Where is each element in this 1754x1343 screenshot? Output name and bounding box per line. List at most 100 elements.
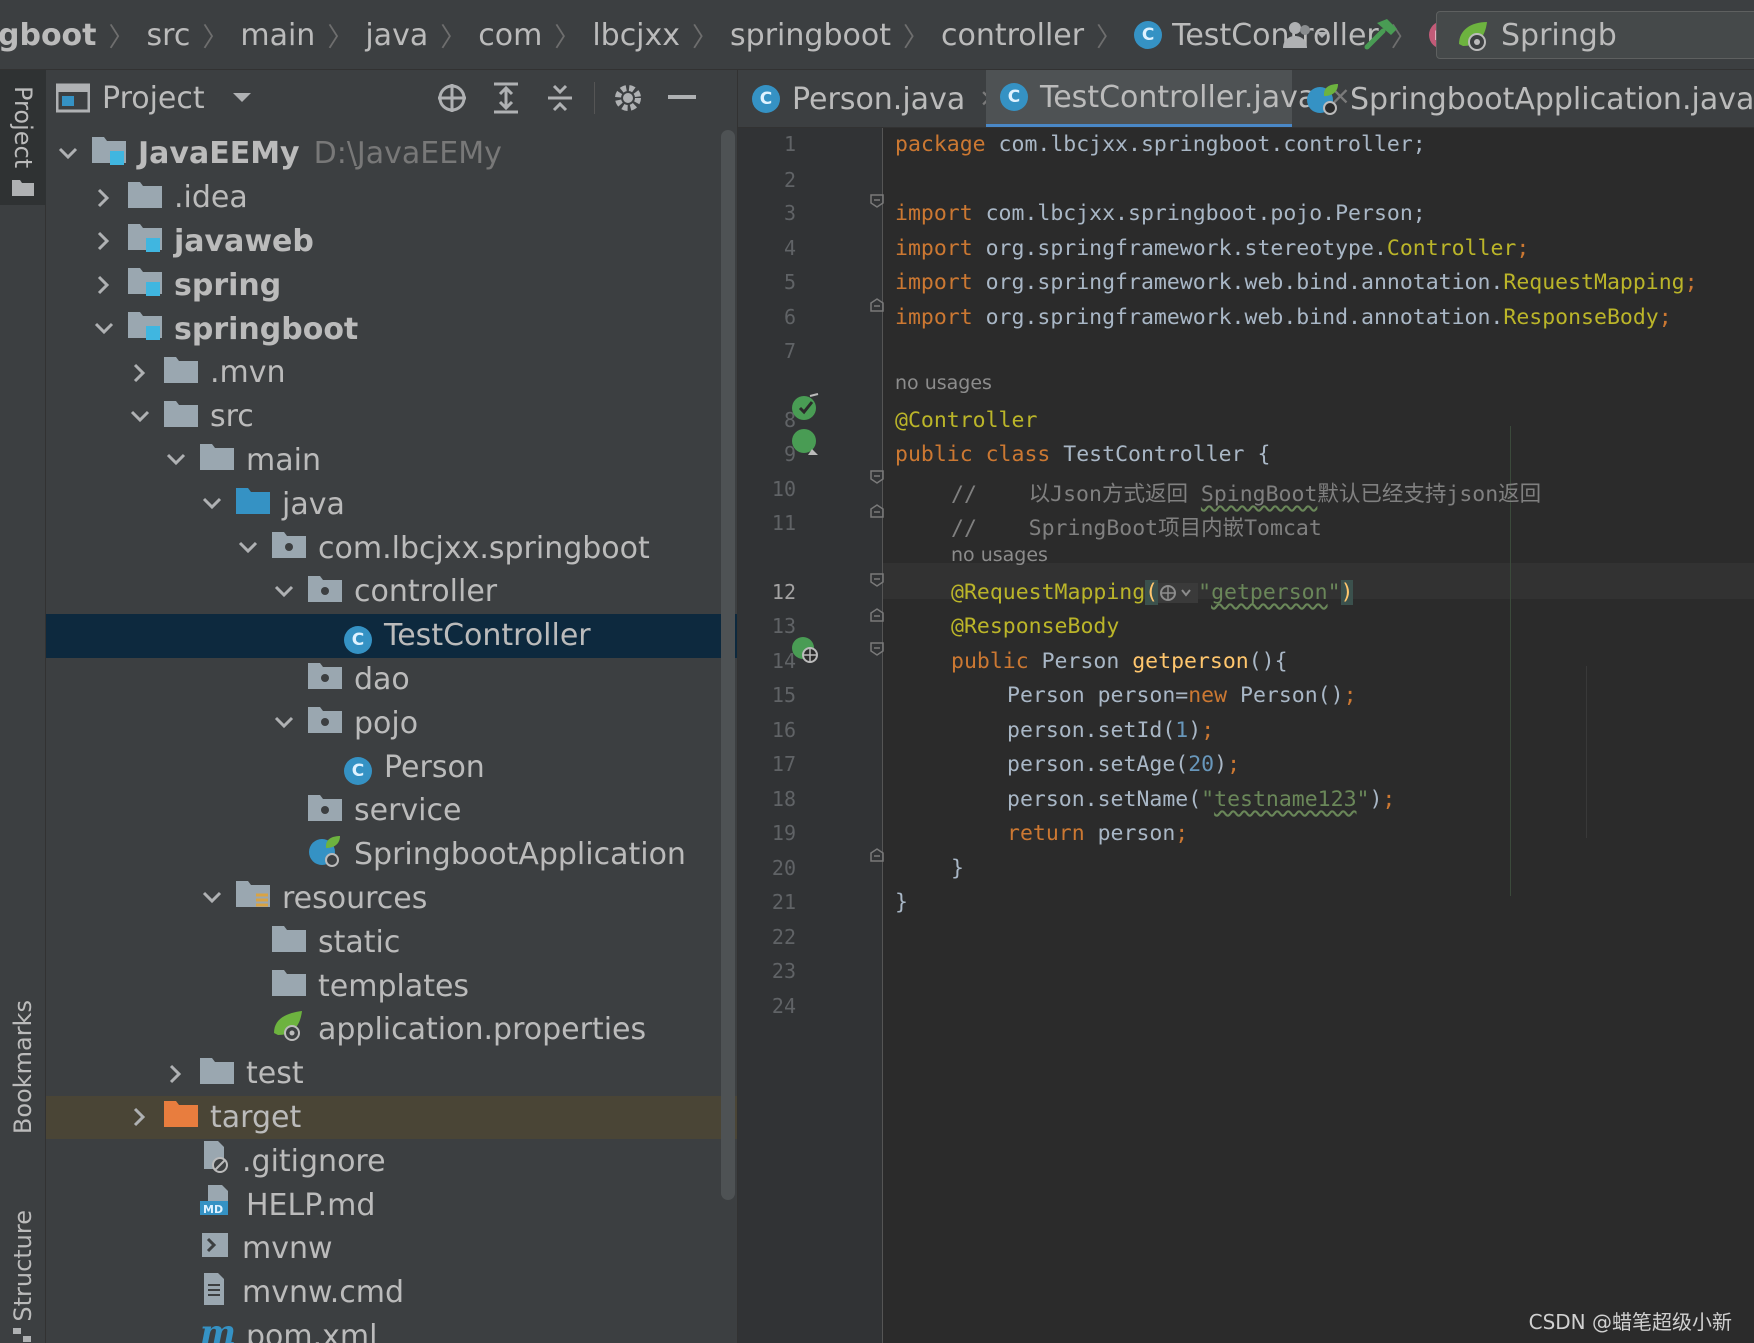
bookmarks-tool-window-button[interactable]: Bookmarks (0, 1000, 46, 1140)
run-configuration-selector[interactable]: Springb (1436, 11, 1754, 59)
structure-tool-window-button[interactable]: Structure (0, 1210, 46, 1343)
breadcrumb-item-module[interactable]: gboot (0, 18, 97, 53)
code-line: @RequestMapping("getperson") (951, 580, 1354, 605)
chevron-down-icon[interactable] (270, 709, 298, 737)
tree-item-resources[interactable]: resources (46, 877, 737, 921)
expand-all-button[interactable] (486, 78, 526, 118)
fold-marker-icon[interactable] (870, 504, 884, 518)
tree-item-javaeemy[interactable]: JavaEEMy D:\JavaEEMy (46, 132, 737, 176)
breadcrumb-item-com[interactable]: com (478, 18, 542, 53)
chevron-right-icon[interactable] (90, 227, 118, 255)
user-menu-button[interactable] (1274, 12, 1338, 58)
tree-item-controller[interactable]: controller (46, 570, 737, 614)
line-number: 8 (783, 408, 796, 432)
breadcrumb-item-springboot[interactable]: springboot (730, 18, 891, 53)
excluded-folder-icon (164, 1099, 198, 1135)
tree-item-help-md[interactable]: MD HELP.md (46, 1183, 737, 1227)
folder-icon (128, 180, 162, 216)
class-icon: C (344, 749, 372, 786)
tab-springbootapplication-java[interactable]: SpringbootApplication.java (1292, 70, 1754, 127)
build-button[interactable] (1358, 12, 1404, 58)
tree-item-javaweb[interactable]: javaweb (46, 220, 737, 264)
tree-item-springboot[interactable]: springboot (46, 307, 737, 351)
tree-item-static[interactable]: static (46, 920, 737, 964)
tree-item-com-lbcjxx-springboot[interactable]: com.lbcjxx.springboot (46, 526, 737, 570)
code-editor[interactable]: 1 2 3 4 5 6 7 8 9 10 11 12 13 14 15 16 17 18 19 20 21 22 23 24 … (738, 128, 1754, 1343)
tree-item-pom-xml[interactable]: m pom.xml (46, 1313, 737, 1343)
tree-item-testcontroller[interactable]: C TestController (46, 613, 737, 658)
tree-item-pojo[interactable]: pojo (46, 701, 737, 745)
usage-hint[interactable]: no usages (951, 544, 1048, 566)
usage-hint[interactable]: no usages (895, 372, 992, 394)
chevron-down-icon[interactable] (270, 578, 298, 606)
tree-item-label: controller (354, 574, 498, 610)
class-icon: C (752, 85, 780, 113)
breadcrumb-item-src[interactable]: src (147, 18, 191, 53)
line-number: 12 (771, 580, 796, 604)
text-file-icon (200, 1272, 230, 1313)
tree-item-java[interactable]: java (46, 482, 737, 526)
fold-marker-icon[interactable] (870, 194, 884, 208)
tree-item-mvnw-cmd[interactable]: mvnw.cmd (46, 1271, 737, 1315)
tree-item-dao[interactable]: dao (46, 658, 737, 702)
chevron-down-icon[interactable] (162, 446, 190, 474)
fold-marker-icon[interactable] (870, 573, 884, 587)
tree-item-mvnw[interactable]: mvnw (46, 1227, 737, 1271)
breadcrumb-separator: 〉 (108, 22, 135, 53)
settings-button[interactable] (608, 78, 648, 118)
tree-item-target[interactable]: target (46, 1095, 737, 1140)
chevron-right-icon[interactable] (126, 359, 154, 387)
breadcrumb-item-java[interactable]: java (365, 18, 428, 53)
breadcrumb-item-lbcjxx[interactable]: lbcjxx (592, 18, 680, 53)
spring-bean-icon[interactable] (790, 392, 820, 422)
project-scrollbar[interactable] (721, 130, 735, 1200)
tree-item-application-properties[interactable]: application.properties (46, 1008, 737, 1052)
fold-marker-icon[interactable] (870, 848, 884, 862)
chevron-down-icon[interactable] (234, 534, 262, 562)
breadcrumb-item-main[interactable]: main (240, 18, 315, 53)
spring-bean-icon[interactable] (790, 427, 820, 457)
globe-icon[interactable] (1158, 583, 1199, 603)
collapse-all-button[interactable] (540, 78, 580, 118)
tree-item-spring[interactable]: spring (46, 263, 737, 307)
web-endpoint-icon[interactable] (790, 634, 820, 664)
tree-item-idea[interactable]: .idea (46, 176, 737, 220)
tree-item-main[interactable]: main (46, 439, 737, 483)
fold-marker-icon[interactable] (870, 608, 884, 622)
tab-testcontroller-java[interactable]: C TestController.java ✕ (986, 70, 1350, 127)
hide-panel-button[interactable] (662, 78, 702, 118)
project-view-selector[interactable]: Project (56, 81, 253, 116)
chevron-down-icon[interactable] (198, 490, 226, 518)
project-tool-window-button[interactable]: Project (0, 70, 46, 205)
tree-item-person[interactable]: C Person (46, 745, 737, 789)
fold-marker-icon[interactable] (870, 642, 884, 656)
chevron-down-icon[interactable] (126, 403, 154, 431)
tree-item-label: src (210, 399, 254, 435)
tree-item-templates[interactable]: templates (46, 964, 737, 1008)
line-number: 22 (771, 925, 796, 949)
code-line: person.setId(1); (1007, 718, 1215, 743)
module-folder-icon (128, 310, 162, 348)
breadcrumb-item-controller[interactable]: controller (941, 18, 1084, 53)
chevron-right-icon[interactable] (162, 1060, 190, 1088)
select-opened-file-button[interactable] (432, 78, 472, 118)
spring-class-icon (1307, 84, 1338, 115)
code-line: person.setName("testname123"); (1007, 787, 1396, 812)
code-line: } (951, 856, 964, 881)
chevron-down-icon[interactable] (198, 884, 226, 912)
chevron-down-icon[interactable] (54, 140, 82, 168)
chevron-right-icon[interactable] (90, 184, 118, 212)
tree-item-mvn[interactable]: .mvn (46, 351, 737, 395)
tree-item-src[interactable]: src (46, 395, 737, 439)
fold-marker-icon[interactable] (870, 298, 884, 312)
chevron-right-icon[interactable] (90, 271, 118, 299)
chevron-down-icon[interactable] (90, 315, 118, 343)
fold-marker-icon[interactable] (870, 470, 884, 484)
tree-item-gitignore[interactable]: .gitignore (46, 1139, 737, 1183)
tree-item-test[interactable]: test (46, 1052, 737, 1096)
tree-item-service[interactable]: service (46, 789, 737, 833)
tree-item-springbootapplication[interactable]: SpringbootApplication (46, 833, 737, 877)
tab-person-java[interactable]: C Person.java ✕ (738, 70, 999, 127)
breadcrumb-separator: 〉 (327, 22, 354, 53)
chevron-right-icon[interactable] (126, 1103, 154, 1131)
